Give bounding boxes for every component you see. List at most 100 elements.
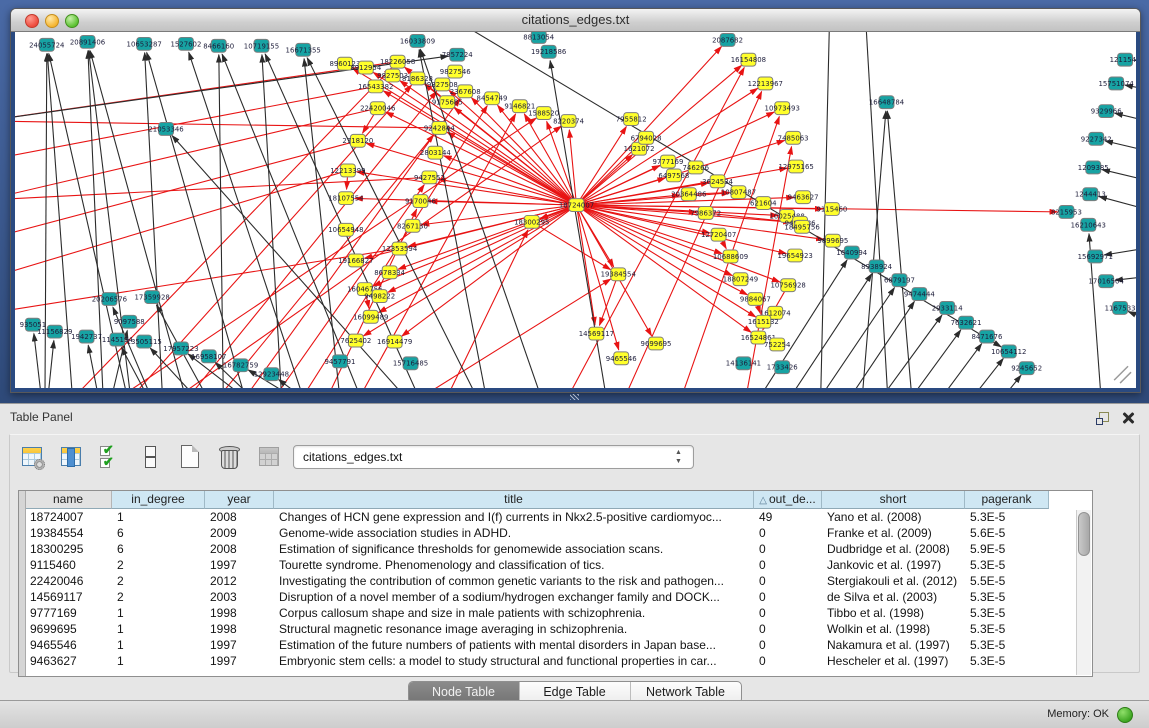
cell-pagerank[interactable]: 5.3E-5 [965, 637, 1049, 653]
graph-node[interactable]: 8466160 [203, 39, 234, 52]
cell-title[interactable]: Investigating the contribution of common… [274, 573, 754, 589]
graph-node[interactable]: 14136141 [726, 357, 761, 370]
cell-in_degree[interactable]: 1 [112, 509, 205, 525]
cell-out_de[interactable]: 0 [754, 653, 822, 669]
graph-node[interactable]: 8267130 [397, 219, 428, 232]
graph-node[interactable]: 19654923 [777, 249, 812, 262]
cell-in_degree[interactable]: 2 [112, 589, 205, 605]
graph-node[interactable]: 2718120 [342, 134, 373, 147]
cell-year[interactable]: 1997 [205, 557, 274, 573]
cell-pagerank[interactable]: 5.3E-5 [965, 605, 1049, 621]
cell-out_de[interactable]: 0 [754, 557, 822, 573]
graph-edge[interactable] [582, 155, 633, 201]
graph-edge[interactable] [583, 165, 660, 202]
graph-edge[interactable] [219, 55, 224, 388]
graph-node[interactable]: 12213399 [330, 164, 365, 177]
graph-node[interactable]: 16648784 [869, 96, 905, 109]
graph-edge[interactable] [1099, 196, 1136, 214]
graph-node[interactable]: 14569117 [579, 327, 614, 340]
cell-out_de[interactable]: 0 [754, 637, 822, 653]
cell-short[interactable]: de Silva et al. (2003) [822, 589, 965, 605]
graph-node[interactable]: 15751074 [1098, 77, 1134, 90]
cell-title[interactable]: Tourette syndrome. Phenomenology and cla… [274, 557, 754, 573]
graph-node[interactable]: 20364486 [671, 188, 706, 201]
graph-node[interactable]: 9097588 [114, 315, 145, 328]
graph-edge[interactable] [887, 111, 914, 388]
cell-year[interactable]: 1998 [205, 621, 274, 637]
graph-node[interactable]: 20206576 [92, 293, 127, 306]
cell-year[interactable]: 1998 [205, 605, 274, 621]
graph-edge[interactable] [45, 54, 47, 388]
cell-in_degree[interactable]: 6 [112, 525, 205, 541]
graph-node[interactable]: 22420046 [360, 102, 395, 115]
cell-short[interactable]: Tibbo et al. (1998) [822, 605, 965, 621]
table-row[interactable]: 977716911998Corpus callosum shape and si… [25, 605, 1076, 621]
table-row[interactable]: 1872400712008Changes of HCN gene express… [25, 509, 1076, 525]
graph-node[interactable]: 18107554 [328, 192, 364, 205]
cell-year[interactable]: 2012 [205, 573, 274, 589]
resize-grip-icon[interactable] [1114, 366, 1131, 383]
cell-short[interactable]: Stergiakouli et al. (2012) [822, 573, 965, 589]
cell-pagerank[interactable]: 5.9E-5 [965, 541, 1049, 557]
graph-node[interactable]: 9463627 [788, 191, 819, 204]
graph-node[interactable]: 17016504 [1089, 275, 1125, 288]
citation-network-graph[interactable]: 1872400789601238912954182260589827503165… [15, 32, 1136, 388]
network-window-titlebar[interactable]: citations_edges.txt [11, 9, 1140, 32]
table-settings-icon[interactable] [18, 443, 46, 471]
graph-node[interactable]: 1640994 [836, 246, 868, 259]
graph-edge[interactable] [722, 241, 726, 249]
graph-node[interactable]: 24055724 [29, 38, 65, 51]
graph-node[interactable]: 9115460 [816, 203, 847, 216]
graph-node[interactable]: 16154808 [731, 53, 766, 66]
graph-node[interactable]: 2933114 [932, 301, 964, 314]
graph-node[interactable]: 17359928 [134, 291, 169, 304]
graph-edge[interactable] [800, 288, 894, 388]
graph-node[interactable]: 7955812 [616, 113, 647, 126]
cell-pagerank[interactable]: 5.5E-5 [965, 573, 1049, 589]
row-options-icon[interactable] [136, 443, 164, 471]
pane-resize-handle[interactable] [570, 394, 579, 400]
cell-in_degree[interactable]: 2 [112, 573, 205, 589]
cell-name[interactable]: 18724007 [25, 509, 112, 525]
graph-node[interactable]: 9227342 [1081, 132, 1112, 145]
table-row[interactable]: 969969511998Structural magnetic resonanc… [25, 621, 1076, 637]
cell-short[interactable]: Hescheler et al. (1997) [822, 653, 965, 669]
column-header-title[interactable]: title [274, 491, 754, 509]
cell-name[interactable]: 9465546 [25, 637, 112, 653]
cell-pagerank[interactable]: 5.6E-5 [965, 525, 1049, 541]
cell-name[interactable]: 9699695 [25, 621, 112, 637]
cell-in_degree[interactable]: 1 [112, 621, 205, 637]
graph-node[interactable]: 18226058 [380, 55, 415, 68]
cell-short[interactable]: Wolkin et al. (1998) [822, 621, 965, 637]
graph-node[interactable]: 9827546 [440, 65, 471, 78]
column-header-short[interactable]: short [822, 491, 965, 509]
graph-node[interactable]: 9699695 [641, 337, 672, 350]
cell-out_de[interactable]: 0 [754, 525, 822, 541]
cell-in_degree[interactable]: 1 [112, 637, 205, 653]
cell-short[interactable]: Yano et al. (2008) [822, 509, 965, 525]
graph-node[interactable]: 8813054 [523, 32, 555, 43]
cell-out_de[interactable]: 0 [754, 573, 822, 589]
cell-out_de[interactable]: 0 [754, 541, 822, 557]
graph-edge[interactable] [373, 279, 611, 388]
cell-title[interactable]: Disruption of a novel member of a sodium… [274, 589, 754, 605]
table-row[interactable]: 1456911722003Disruption of a novel membe… [25, 589, 1076, 605]
graph-edge[interactable] [15, 250, 393, 314]
new-document-icon[interactable] [176, 443, 204, 471]
graph-node[interactable]: 1733426 [767, 361, 798, 374]
cell-out_de[interactable]: 0 [754, 589, 822, 605]
graph-node[interactable]: 8215953 [1051, 206, 1082, 219]
graph-node[interactable]: 10654948 [328, 223, 363, 236]
graph-node[interactable]: 16099489 [353, 310, 388, 323]
cell-name[interactable]: 9463627 [25, 653, 112, 669]
graph-edge[interactable] [949, 358, 1003, 388]
graph-node[interactable]: 18807249 [723, 273, 758, 286]
graph-node[interactable]: 10719155 [244, 39, 279, 52]
table-row[interactable]: 2242004622012Investigating the contribut… [25, 573, 1076, 589]
cell-in_degree[interactable]: 2 [112, 557, 205, 573]
graph-node[interactable]: 6879197 [884, 274, 915, 287]
graph-edge[interactable] [830, 301, 914, 388]
graph-node[interactable]: 9465546 [606, 352, 637, 365]
column-header-in_degree[interactable]: in_degree [112, 491, 205, 509]
cell-year[interactable]: 1997 [205, 637, 274, 653]
